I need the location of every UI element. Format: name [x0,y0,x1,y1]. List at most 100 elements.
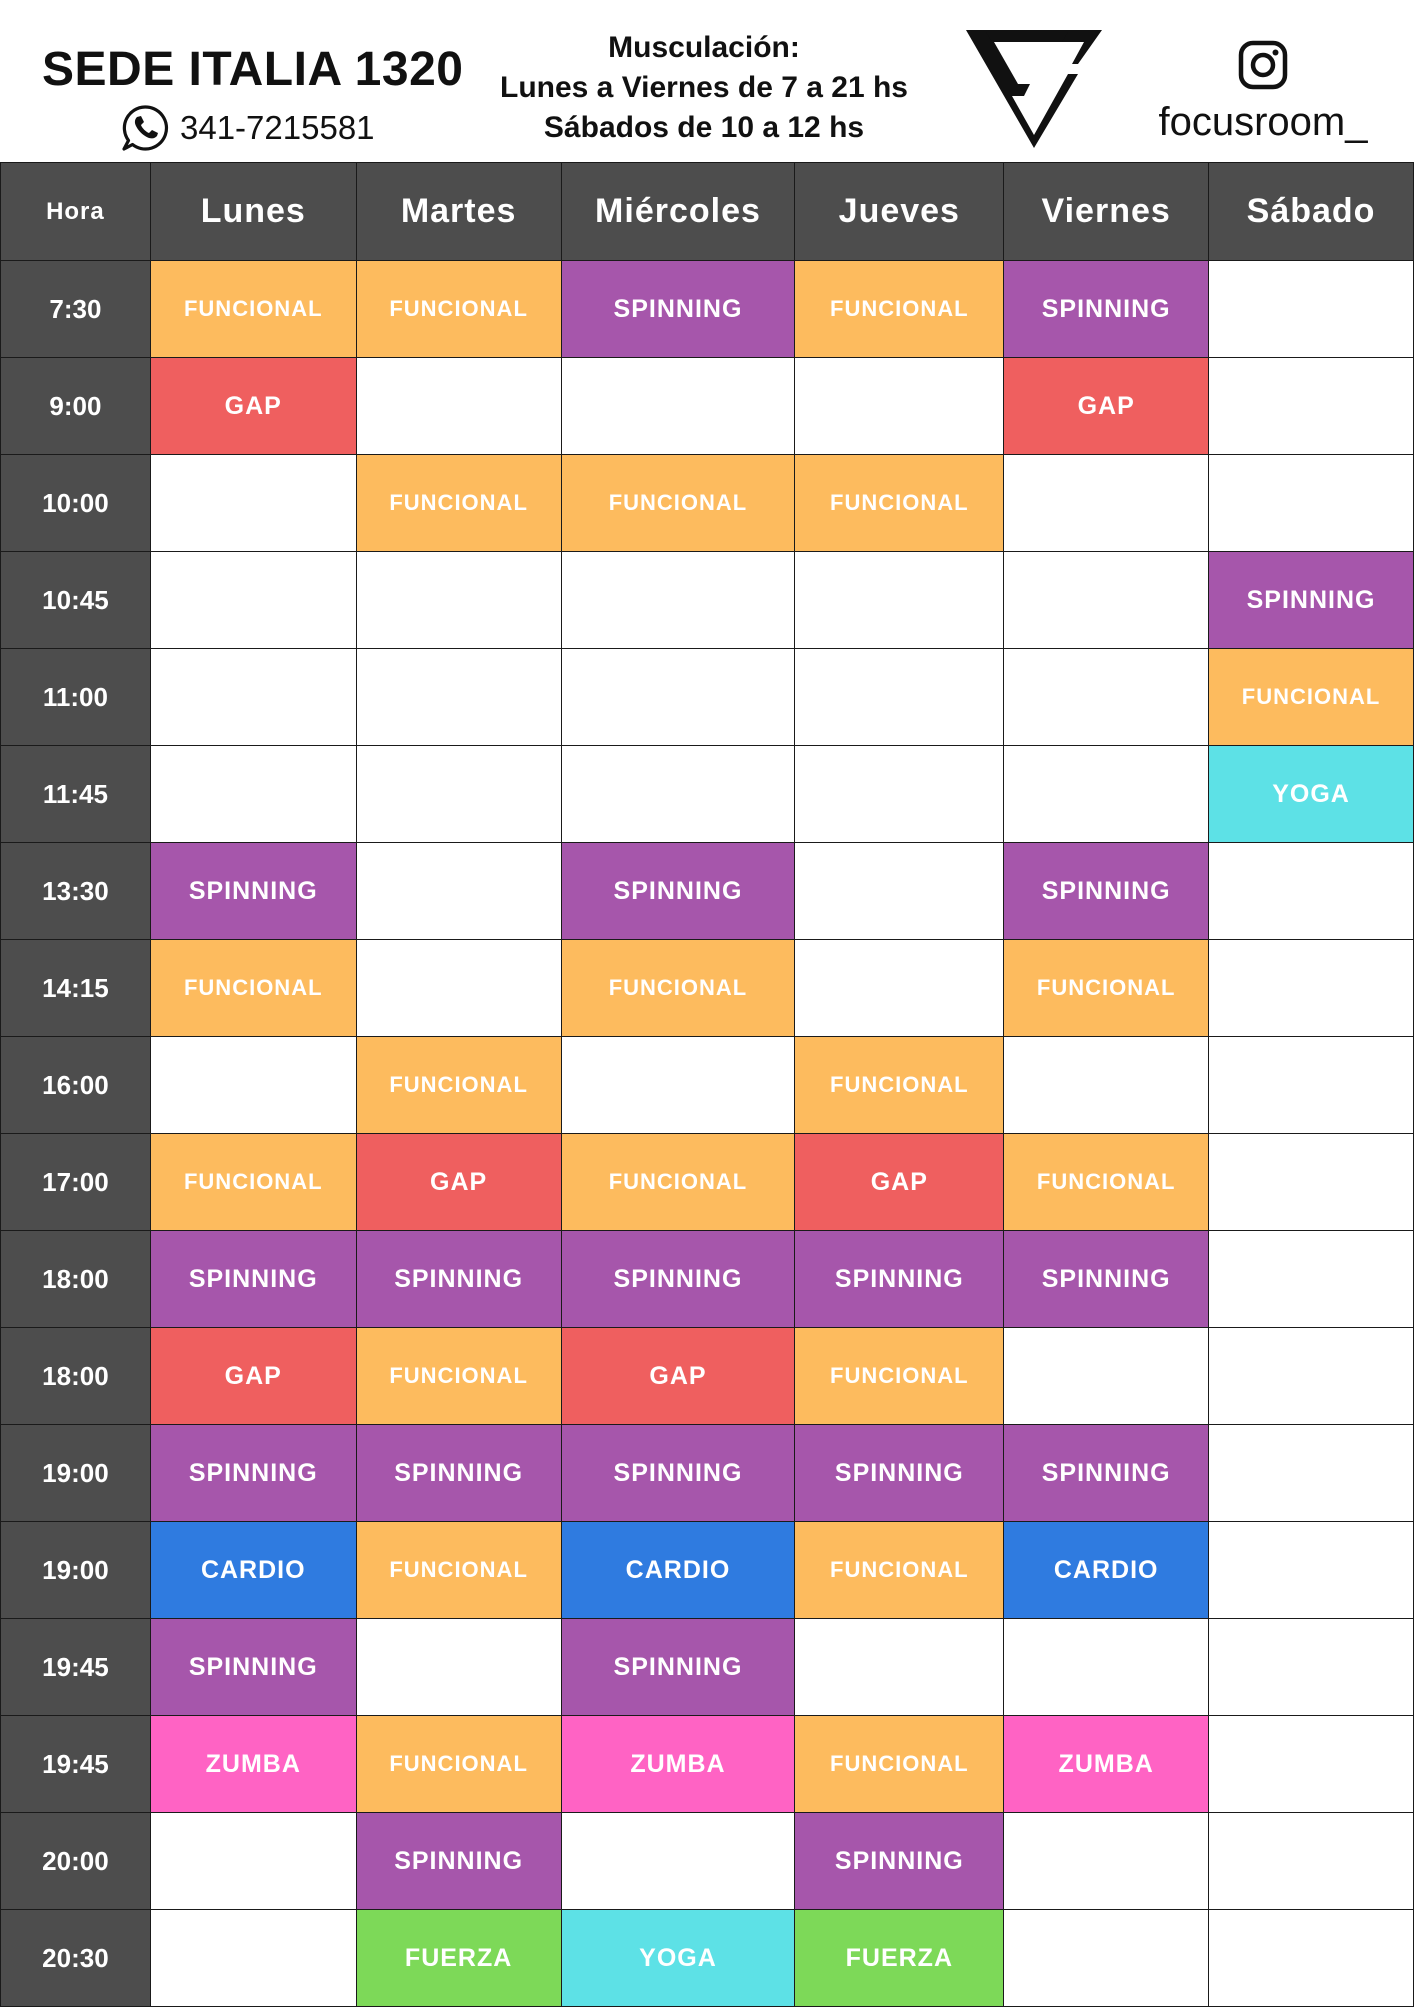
header: SEDE ITALIA 1320 341-7215581 Musculación… [0,0,1414,162]
empty-cell [794,842,1005,940]
class-cell: SPINNING [149,842,357,940]
empty-cell [149,454,357,552]
table-header-row: Hora Lunes Martes Miércoles Jueves Viern… [0,162,1414,261]
empty-cell [1003,1812,1210,1910]
time-cell: 20:30 [0,1909,151,2007]
class-cell: FUNCIONAL [355,1327,562,1425]
location-title: SEDE ITALIA 1320 [42,43,464,96]
empty-cell [1208,939,1414,1037]
class-cell: FUNCIONAL [1003,939,1210,1037]
time-cell: 18:00 [0,1230,151,1328]
focus-room-logo [966,30,1102,148]
class-cell: SPINNING [794,1230,1005,1328]
time-cell: 10:45 [0,551,151,649]
class-cell: FUNCIONAL [794,1715,1005,1813]
class-cell: GAP [1003,357,1210,455]
class-cell: FUNCIONAL [355,1521,562,1619]
schedule-row: 10:00 FUNCIONAL FUNCIONAL FUNCIONAL [0,454,1414,552]
empty-cell [149,1909,357,2007]
schedule-row: 11:45 YOGA [0,745,1414,843]
class-cell: FUNCIONAL [794,454,1005,552]
schedule-body: 7:30 FUNCIONAL FUNCIONAL SPINNING FUNCIONAL S… [0,260,1414,2007]
class-cell: GAP [560,1327,796,1425]
empty-cell [560,1812,796,1910]
empty-cell [355,842,562,940]
class-cell: ZUMBA [560,1715,796,1813]
empty-cell [355,357,562,455]
empty-cell [1208,1036,1414,1134]
empty-cell [1208,842,1414,940]
class-cell: FUNCIONAL [1003,1133,1210,1231]
class-cell: CARDIO [1003,1521,1210,1619]
empty-cell [560,1036,796,1134]
class-cell: SPINNING [1003,842,1210,940]
class-cell: GAP [149,357,357,455]
phone-contact[interactable]: 341-7215581 [120,102,375,154]
class-cell: FUNCIONAL [560,1133,796,1231]
time-cell: 18:00 [0,1327,151,1425]
empty-cell [1208,357,1414,455]
time-cell: 13:30 [0,842,151,940]
class-cell: SPINNING [794,1812,1005,1910]
time-cell: 19:45 [0,1715,151,1813]
class-cell: SPINNING [1003,1230,1210,1328]
schedule-row: 10:45 SPINNING [0,551,1414,649]
empty-cell [1208,1133,1414,1231]
empty-cell [1208,454,1414,552]
schedule-row: 18:00 SPINNING SPINNING SPINNING SPINNING SPI… [0,1230,1414,1328]
class-cell: FUNCIONAL [794,260,1005,358]
hora-header: Hora [0,162,151,261]
class-cell: GAP [794,1133,1005,1231]
instagram-icon[interactable] [1238,40,1288,90]
class-cell: SPINNING [794,1424,1005,1522]
empty-cell [1003,454,1210,552]
empty-cell [1003,648,1210,746]
schedule-row: 19:45 SPINNING SPINNING [0,1618,1414,1716]
day-header: Sábado [1208,162,1414,261]
class-cell: GAP [149,1327,357,1425]
empty-cell [794,648,1005,746]
day-header: Viernes [1003,162,1210,261]
class-cell: FUNCIONAL [794,1327,1005,1425]
class-cell: GAP [355,1133,562,1231]
day-header: Jueves [794,162,1005,261]
time-cell: 19:00 [0,1521,151,1619]
instagram-handle[interactable]: focusroom_ [1140,100,1386,145]
empty-cell [1208,1909,1414,2007]
weekday-hours: Lunes a Viernes de 7 a 21 hs [500,71,908,104]
schedule-row: 19:45 ZUMBA FUNCIONAL ZUMBA FUNCIONAL ZUMBA [0,1715,1414,1813]
empty-cell [560,648,796,746]
empty-cell [794,745,1005,843]
time-cell: 11:00 [0,648,151,746]
time-cell: 7:30 [0,260,151,358]
class-cell: SPINNING [149,1618,357,1716]
saturday-hours: Sábados de 10 a 12 hs [543,111,865,144]
empty-cell [1003,551,1210,649]
empty-cell [794,1618,1005,1716]
schedule-row: 11:00 FUNCIONAL [0,648,1414,746]
class-cell: CARDIO [560,1521,796,1619]
class-cell: ZUMBA [149,1715,357,1813]
class-cell: SPINNING [560,1424,796,1522]
schedule-row: 20:30 FUERZA YOGA FUERZA [0,1909,1414,2007]
schedule-row: 14:15 FUNCIONAL FUNCIONAL FUNCIONAL [0,939,1414,1037]
class-schedule-table: Hora Lunes Martes Miércoles Jueves Viern… [0,162,1414,2007]
schedule-row: 16:00 FUNCIONAL FUNCIONAL [0,1036,1414,1134]
class-cell: FUNCIONAL [560,454,796,552]
empty-cell [149,648,357,746]
empty-cell [1208,1812,1414,1910]
time-cell: 9:00 [0,357,151,455]
schedule-row: 19:00 SPINNING SPINNING SPINNING SPINNING SPI… [0,1424,1414,1522]
empty-cell [1003,745,1210,843]
class-cell: FUNCIONAL [355,1715,562,1813]
time-cell: 10:00 [0,454,151,552]
class-cell: SPINNING [1003,260,1210,358]
empty-cell [149,745,357,843]
empty-cell [560,357,796,455]
day-header: Martes [355,162,562,261]
musculacion-label: Musculación: [608,31,800,64]
time-cell: 19:00 [0,1424,151,1522]
empty-cell [355,939,562,1037]
empty-cell [355,648,562,746]
empty-cell [149,551,357,649]
